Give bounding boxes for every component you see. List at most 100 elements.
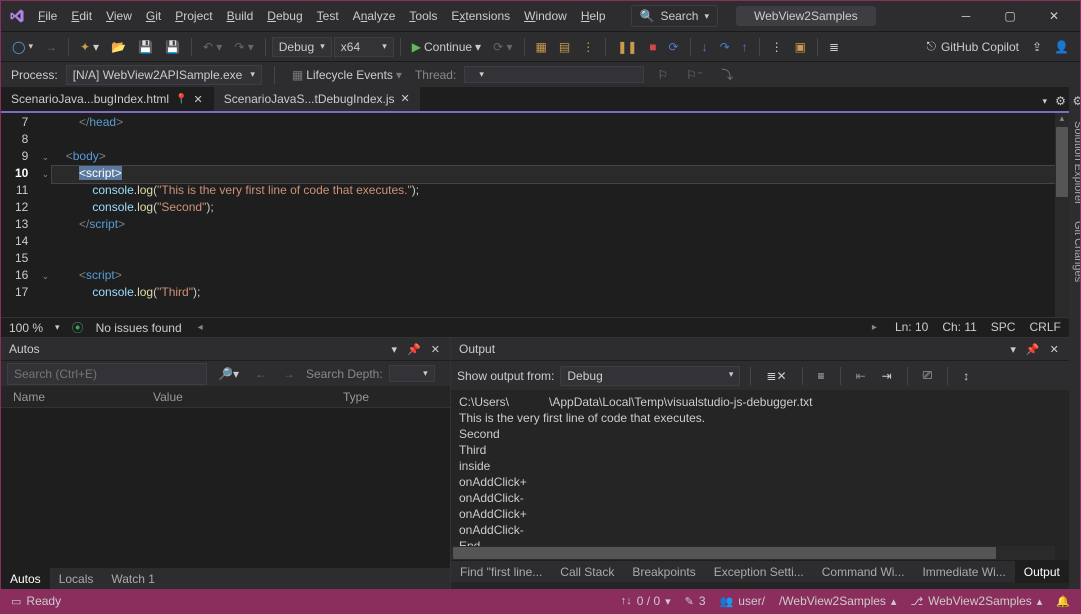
account-button[interactable]: 👤 [1049, 36, 1074, 58]
thread-dropdown[interactable]: ▾ [464, 66, 644, 83]
status-edits[interactable]: ✎ 3 [685, 594, 706, 608]
share-button[interactable]: ⇪ [1027, 36, 1047, 58]
output-tab[interactable]: Breakpoints [623, 561, 704, 583]
step-out-button[interactable]: ↑ [737, 36, 753, 58]
stop-button[interactable]: ■ [644, 36, 661, 58]
nav-back-button[interactable]: ◯ ▾ [7, 36, 38, 58]
menu-extensions[interactable]: Extensions [444, 5, 517, 27]
pause-button[interactable]: ❚❚ [612, 36, 642, 58]
clear-output-icon[interactable]: ≣✕ [761, 365, 791, 387]
output-tool-icon[interactable]: ⎚ [918, 364, 938, 387]
stack-frame-button[interactable]: ⤵ [716, 62, 738, 87]
tool-icon-2[interactable]: ▤ [554, 36, 575, 58]
github-copilot-button[interactable]: ⎋ GitHub Copilot [920, 36, 1025, 57]
search-back-icon[interactable]: ← [250, 363, 272, 385]
save-button[interactable]: 💾 [133, 36, 158, 58]
restart-button[interactable]: ⟳ [664, 36, 684, 58]
continue-button[interactable]: ▶ Continue ▾ [407, 36, 486, 58]
scroll-thumb[interactable] [1056, 127, 1068, 197]
tab-close-icon[interactable]: ✕ [194, 93, 203, 106]
step-into-button[interactable]: ↓ [697, 36, 713, 58]
maximize-button[interactable]: ▢ [990, 2, 1030, 30]
depth-dropdown[interactable]: ▾ [389, 365, 435, 382]
search-fwd-icon[interactable]: → [278, 363, 300, 385]
status-repo1[interactable]: /WebView2Samples ▴ [779, 594, 896, 608]
pin-icon[interactable]: 📌 [405, 341, 423, 358]
editor-tab[interactable]: ScenarioJava...bugIndex.html📍✕ [1, 87, 213, 111]
output-tab[interactable]: Immediate Wi... [913, 561, 1014, 583]
tool-icon-1[interactable]: ▦ [531, 36, 552, 58]
code-editor[interactable]: 7891011121314151617 ⌄⌄⌄ </head> <body> <… [1, 113, 1069, 317]
pin-icon[interactable]: 📌 [1024, 341, 1042, 358]
open-button[interactable]: 📂 [106, 36, 131, 58]
redo-button[interactable]: ↷ ▾ [229, 36, 258, 58]
indent-off-icon[interactable]: ⇤ [851, 365, 871, 387]
tool-icon-4[interactable]: ⋮ [766, 36, 788, 58]
undo-button[interactable]: ↶ ▾ [198, 36, 227, 58]
col-value[interactable]: Value [147, 386, 337, 407]
output-tab[interactable]: Output [1015, 561, 1069, 583]
debug-target-button[interactable]: ⟳ ▾ [488, 36, 517, 58]
menu-view[interactable]: View [99, 5, 139, 27]
dropdown-icon[interactable]: ▾ [390, 341, 400, 358]
status-user[interactable]: 👥 user/ [720, 594, 765, 608]
output-h-scrollbar[interactable] [451, 546, 1055, 560]
step-over-button[interactable]: ↷ [715, 36, 735, 58]
dropdown-icon[interactable]: ▾ [1008, 341, 1018, 358]
status-updown[interactable]: ↑↓ 0 / 0 ▾ [621, 594, 671, 608]
menu-file[interactable]: File [31, 5, 64, 27]
output-tab[interactable]: Call Stack [551, 561, 623, 583]
search-submit-icon[interactable]: 🔎▾ [213, 363, 244, 385]
col-name[interactable]: Name [7, 386, 147, 407]
close-icon[interactable]: ✕ [1048, 341, 1061, 358]
side-tab-git-changes[interactable]: Git Changes [1069, 213, 1080, 290]
process-dropdown[interactable]: [N/A] WebView2APISample.exe▾ [66, 65, 262, 85]
menu-test[interactable]: Test [310, 5, 346, 27]
flag-button[interactable]: ⚐ [652, 64, 673, 86]
toggle-wrap-icon[interactable]: ≡ [813, 365, 830, 387]
tool-icon-6[interactable]: ≣ [824, 36, 844, 58]
output-tab[interactable]: Find "first line... [451, 561, 551, 583]
status-bell-icon[interactable]: 🔔 [1056, 594, 1070, 608]
editor-vertical-scrollbar[interactable]: ▴ [1055, 113, 1069, 317]
autos-search-input[interactable] [7, 363, 207, 385]
menu-help[interactable]: Help [574, 5, 613, 27]
menu-analyze[interactable]: Analyze [346, 5, 403, 27]
output-tab[interactable]: Command Wi... [813, 561, 914, 583]
flag2-button[interactable]: ⚐⁻ [681, 64, 708, 86]
tool-icon-5[interactable]: ▣ [790, 36, 811, 58]
col-type[interactable]: Type [337, 386, 444, 407]
lifecycle-button[interactable]: ▦ Lifecycle Events ▾ [287, 64, 407, 86]
side-tab-solution-explorer[interactable]: Solution Explorer [1069, 113, 1080, 213]
issue-next-icon[interactable]: ▸ [868, 320, 881, 335]
tab-close-icon[interactable]: ✕ [401, 92, 410, 105]
project-title[interactable]: WebView2Samples [736, 6, 876, 26]
autos-tab-autos[interactable]: Autos [1, 568, 50, 590]
menu-window[interactable]: Window [517, 5, 574, 27]
indent-on-icon[interactable]: ⇥ [877, 365, 897, 387]
output-from-dropdown[interactable]: Debug▾ [560, 366, 740, 386]
zoom-level[interactable]: 100 % [9, 321, 43, 335]
output-tool2-icon[interactable]: ↕ [958, 365, 974, 387]
close-icon[interactable]: ✕ [429, 341, 442, 358]
tool-icon-3[interactable]: ⋮ [577, 36, 599, 58]
minimize-button[interactable]: ─ [946, 2, 986, 30]
new-item-button[interactable]: ✦ ▾ [75, 36, 104, 58]
menu-debug[interactable]: Debug [260, 5, 309, 27]
h-scroll-thumb[interactable] [453, 547, 996, 559]
indent-mode[interactable]: SPC [991, 320, 1016, 335]
status-repo2[interactable]: ⎇ WebView2Samples ▴ [910, 594, 1042, 608]
nav-fwd-button[interactable]: → [40, 36, 62, 58]
config-dropdown[interactable]: Debug▾ [272, 37, 332, 57]
menu-tools[interactable]: Tools [402, 5, 444, 27]
issue-prev-icon[interactable]: ◂ [194, 320, 207, 335]
close-button[interactable]: ✕ [1034, 2, 1074, 30]
menu-git[interactable]: Git [139, 5, 168, 27]
menu-edit[interactable]: Edit [64, 5, 99, 27]
side-gear-icon[interactable]: ⚙ [1069, 91, 1080, 111]
platform-dropdown[interactable]: x64▾ [334, 37, 394, 57]
tab-chevron-icon[interactable]: ▾ [1038, 92, 1053, 111]
save-all-button[interactable]: 💾 [160, 36, 185, 58]
fold-column[interactable]: ⌄⌄⌄ [38, 113, 52, 317]
editor-tab[interactable]: ScenarioJavaS...tDebugIndex.js✕ [214, 87, 420, 111]
